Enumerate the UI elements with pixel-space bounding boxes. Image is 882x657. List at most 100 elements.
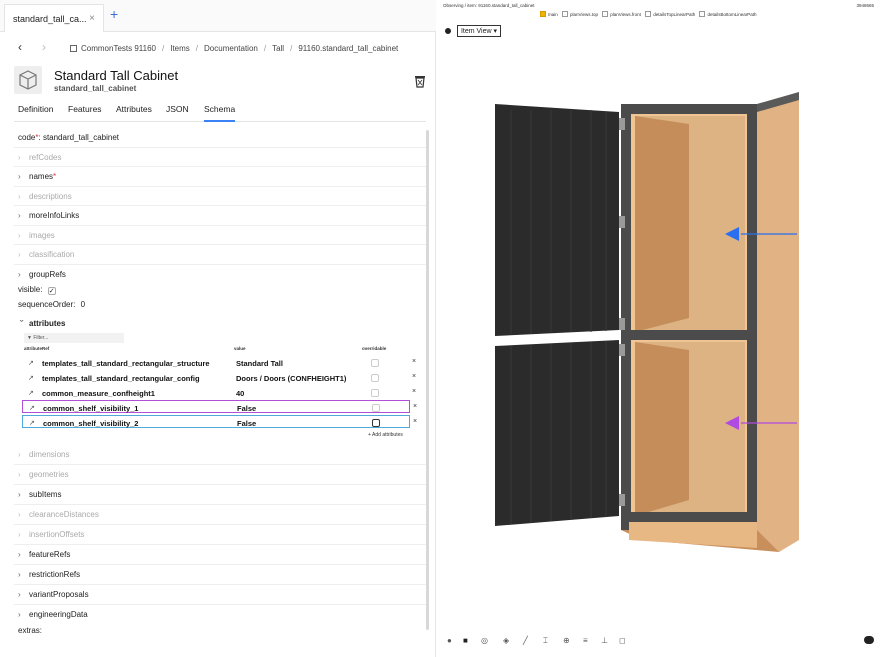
overridable-checkbox[interactable] [371, 359, 379, 367]
schema-row-grouprefs[interactable]: › groupRefs [14, 265, 426, 285]
cube-view-icon[interactable]: ◈ [503, 636, 509, 645]
schema-row-variantproposals[interactable]: › variantProposals [14, 585, 426, 605]
breadcrumb-item[interactable]: Documentation [204, 44, 258, 53]
attribute-name[interactable]: common_measure_confheight1 [42, 389, 155, 398]
row-label: featureRefs [29, 550, 71, 559]
tab-definition[interactable]: Definition [18, 104, 53, 114]
attribute-name[interactable]: common_shelf_visibility_1 [43, 404, 138, 413]
add-attributes-button[interactable]: + Add attributes [368, 432, 403, 438]
delete-attribute-icon[interactable]: × [412, 358, 416, 365]
attributes-filter-input[interactable]: ▼ Filter... [24, 333, 124, 343]
delete-attribute-icon[interactable]: × [412, 388, 416, 395]
schema-row-moreinfolinks[interactable]: › moreInfoLinks [14, 206, 426, 226]
middle-rail [621, 330, 757, 340]
attribute-value[interactable]: False [237, 404, 256, 413]
target-icon[interactable]: ◎ [481, 636, 488, 645]
tab-json[interactable]: JSON [166, 104, 189, 114]
palette-icon[interactable]: ● [447, 636, 452, 645]
overridable-checkbox[interactable] [372, 404, 380, 412]
grid-icon[interactable]: ■ [463, 636, 468, 645]
attribute-value[interactable]: Doors / Doors (CONFHEIGHT1) [236, 374, 346, 383]
schema-row-dimensions[interactable]: › dimensions [14, 445, 426, 465]
tab-features[interactable]: Features [68, 104, 102, 114]
schema-row-attributes[interactable]: › attributes [14, 314, 426, 334]
attribute-row-selected[interactable]: ↗ common_shelf_visibility_1 False × [22, 400, 417, 413]
window-tab[interactable]: standard_tall_ca... × [4, 4, 104, 32]
schema-row-names[interactable]: › names* [14, 167, 426, 187]
external-link-icon[interactable]: ↗ [28, 374, 34, 382]
schema-row-classification[interactable]: › classification [14, 245, 426, 265]
code-value[interactable]: standard_tall_cabinet [43, 133, 119, 142]
row-label: engineeringData [29, 610, 88, 619]
row-label: refCodes [29, 152, 62, 162]
external-link-icon[interactable]: ↗ [28, 359, 34, 367]
chevron-right-icon: › [18, 450, 21, 459]
chevron-right-icon: › [18, 490, 21, 499]
crosshair-icon[interactable]: ⊕ [563, 636, 570, 645]
sequence-value[interactable]: 0 [81, 300, 85, 309]
attribute-value[interactable]: False [237, 419, 256, 428]
code-row: code*: standard_tall_cabinet [14, 128, 426, 148]
tab-attributes[interactable]: Attributes [116, 104, 152, 114]
schema-row-engineeringdata[interactable]: › engineeringData [14, 605, 426, 625]
schema-row-clearancedistances[interactable]: › clearanceDistances [14, 505, 426, 525]
attribute-value[interactable]: Standard Tall [236, 359, 283, 368]
close-tab-icon[interactable]: × [89, 13, 95, 24]
attribute-row-hovered[interactable]: ↗ common_shelf_visibility_2 False × [22, 415, 417, 428]
cloud-icon[interactable] [864, 636, 874, 644]
breadcrumb-item[interactable]: Items [170, 44, 190, 53]
external-link-icon[interactable]: ↗ [28, 389, 34, 397]
chevron-right-icon: › [18, 211, 21, 220]
row-label: insertionOffsets [29, 530, 85, 539]
forward-icon[interactable]: › [42, 40, 46, 54]
schema-row-refcodes[interactable]: › refCodes [14, 148, 426, 167]
scrollbar[interactable] [426, 130, 429, 630]
delete-attribute-icon[interactable]: × [412, 373, 416, 380]
required-marker: * [53, 172, 57, 181]
overridable-checkbox[interactable] [371, 374, 379, 382]
schema-row-featurerefs[interactable]: › featureRefs [14, 545, 426, 565]
row-label: geometries [29, 470, 69, 479]
ruler-icon[interactable]: ⌶ [543, 636, 548, 646]
visible-checkbox[interactable]: ✓ [47, 287, 56, 295]
attribute-name[interactable]: templates_tall_standard_rectangular_stru… [42, 359, 210, 368]
row-label: names [29, 172, 54, 181]
schema-row-subitems[interactable]: › subItems [14, 485, 426, 505]
row-label: descriptions [29, 191, 72, 201]
measure-icon[interactable]: ⊥ [601, 636, 608, 645]
pencil-icon[interactable]: ╱ [523, 636, 528, 645]
hinge [619, 216, 625, 228]
attribute-row[interactable]: ↗ templates_tall_standard_rectangular_st… [22, 356, 416, 369]
add-tab-button[interactable]: + [110, 6, 118, 22]
back-icon[interactable]: ‹ [18, 40, 22, 54]
external-link-icon[interactable]: ↗ [29, 419, 35, 427]
delete-attribute-icon[interactable]: × [413, 418, 417, 425]
schema-row-insertionoffsets[interactable]: › insertionOffsets [14, 525, 426, 545]
external-link-icon[interactable]: ↗ [29, 404, 35, 412]
sequence-label: sequenceOrder: [18, 300, 76, 309]
overridable-checkbox[interactable] [372, 419, 380, 427]
delete-attribute-icon[interactable]: × [413, 403, 417, 410]
breadcrumb-item[interactable]: CommonTests 91160 [81, 44, 156, 53]
attribute-row[interactable]: ↗ templates_tall_standard_rectangular_co… [22, 371, 416, 384]
row-label: attributes [29, 319, 66, 328]
cabinet-right-side [757, 92, 799, 552]
schema-row-restrictionrefs[interactable]: › restrictionRefs [14, 565, 426, 585]
attribute-name[interactable]: templates_tall_standard_rectangular_conf… [42, 374, 200, 383]
attribute-value[interactable]: 40 [236, 389, 244, 398]
overridable-checkbox[interactable] [371, 389, 379, 397]
trash-icon[interactable] [414, 74, 426, 88]
layers-icon[interactable]: ≡ [583, 636, 588, 645]
schema-row-geometries[interactable]: › geometries [14, 465, 426, 485]
window-icon[interactable]: ◻ [619, 636, 626, 645]
schema-row-descriptions[interactable]: › descriptions [14, 187, 426, 206]
upper-left-interior [635, 116, 689, 332]
viewer-panel: Observing / item: 91160.standard_tall_ca… [441, 0, 882, 657]
attribute-row[interactable]: ↗ common_measure_confheight1 40 × [22, 386, 416, 399]
tab-schema[interactable]: Schema [204, 104, 236, 122]
cabinet-3d-view[interactable] [441, 0, 882, 657]
attribute-name[interactable]: common_shelf_visibility_2 [43, 419, 138, 428]
schema-row-images[interactable]: › images [14, 226, 426, 245]
breadcrumb-item[interactable]: Tall [272, 44, 284, 53]
breadcrumb-item[interactable]: 91160.standard_tall_cabinet [298, 44, 398, 53]
